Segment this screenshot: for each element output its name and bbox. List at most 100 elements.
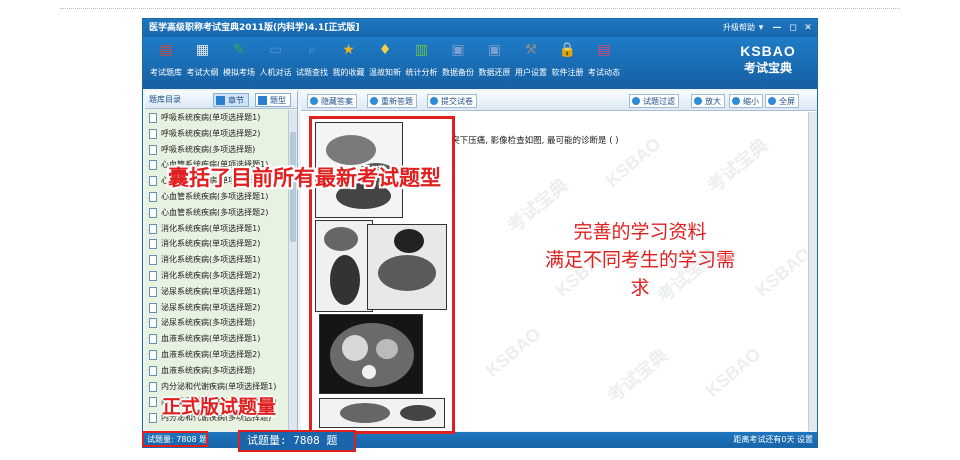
action-label: 隐藏答案 [321, 97, 353, 106]
toolbar-button-5[interactable]: ★ 我的收藏 [330, 39, 368, 87]
list-item-label: 消化系统疾病(单项选择题1) [161, 223, 261, 233]
tab-type[interactable]: 题型 [255, 93, 291, 107]
toolbar-button-8[interactable]: ▣ 数据备份 [439, 39, 477, 87]
question-types-banner: 囊括了目前所有最新考试题型 [168, 166, 441, 190]
document-icon [149, 302, 157, 313]
list-item-label: 泌尿系统疾病(单项选择题1) [161, 286, 261, 296]
list-scrollbar[interactable] [288, 110, 297, 431]
question-count-callout: 试题量: 7808 题 [238, 430, 356, 452]
top-dotted-divider [60, 8, 900, 9]
list-item[interactable]: 消化系统疾病(多项选择题2) [145, 268, 288, 284]
toolbar-button-11[interactable]: 🔒 软件注册 [549, 39, 587, 87]
list-item-label: 呼吸系统疾病(单项选择题2) [161, 128, 261, 138]
toolbar-button-2[interactable]: ✎ 模拟考场 [220, 39, 258, 87]
ksbao-watermark: KSBAO [481, 323, 545, 381]
document-icon [149, 270, 157, 281]
backup-icon: ▣ [451, 42, 465, 58]
tab-chapter[interactable]: 章节 [213, 93, 249, 107]
zoom-in-icon [694, 97, 702, 105]
window-title: 医学高级职称考试宝典2011版(内科学)4.1[正式版] [149, 23, 360, 33]
tab-chapter-label: 章节 [228, 96, 244, 105]
zoom-out-button[interactable]: 缩小 [729, 94, 763, 108]
toolbar-button-3[interactable]: ▭ 人机对话 [257, 39, 295, 87]
toolbar-button-10[interactable]: ⚒ 用户设置 [512, 39, 550, 87]
list-item[interactable]: 消化系统疾病(单项选择题1) [145, 221, 288, 237]
content-scrollbar[interactable] [808, 112, 817, 431]
list-item[interactable]: 呼吸系统疾病(单项选择题2) [145, 126, 288, 142]
title-bar: 医学高级职称考试宝典2011版(内科学)4.1[正式版] 升级帮助 ▾ — ◻ … [143, 19, 817, 37]
list-item[interactable]: 血液系统疾病(单项选择题2) [145, 347, 288, 363]
maximize-icon[interactable]: ◻ [787, 22, 799, 34]
list-item-label: 泌尿系统疾病(单项选择题2) [161, 302, 261, 312]
list-item[interactable]: 泌尿系统疾病(单项选择题2) [145, 300, 288, 316]
minimize-icon[interactable]: — [771, 22, 783, 34]
document-icon [149, 128, 157, 139]
list-item-label: 血液系统疾病(多项选择题) [161, 365, 256, 375]
list-item-label: 呼吸系统疾病(单项选择题1) [161, 113, 261, 122]
document-icon [149, 113, 157, 123]
document-icon [149, 207, 157, 218]
main-toolbar: KSBAO 考试宝典 ▤ 考试题库 ▦ 考试大纲 ✎ 模拟考场 ▭ 人机对话 ⌕ 试题查找 ★ 我的收… [143, 37, 817, 89]
list-item[interactable]: 血液系统疾病(单项选择题1) [145, 331, 288, 347]
list-item[interactable]: 血液系统疾病(多项选择题) [145, 363, 288, 379]
list-item-label: 消化系统疾病(多项选择题1) [161, 255, 261, 265]
list-item[interactable]: 泌尿系统疾病(单项选择题1) [145, 284, 288, 300]
toolbar-button-0[interactable]: ▤ 考试题库 [147, 39, 185, 87]
toolbar-button-4[interactable]: ⌕ 试题查找 [293, 39, 331, 87]
logo-text-en: KSBAO [740, 43, 796, 59]
action-icon [370, 97, 378, 105]
toolbar-action-0[interactable]: 隐藏答案 [307, 94, 357, 108]
fullscreen-button[interactable]: 全屏 [765, 94, 799, 108]
toolbar-label: 模拟考场 [223, 68, 255, 77]
list-item[interactable]: 心血管系统疾病(多项选择题2) [145, 205, 288, 221]
official-version-banner: 正式版试题量 [162, 396, 277, 418]
list-item[interactable]: 消化系统疾病(多项选择题1) [145, 252, 288, 268]
news-icon: ▤ [597, 42, 611, 58]
toolbar-action-1[interactable]: 重新答题 [367, 94, 417, 108]
list-item[interactable]: 呼吸系统疾病(单项选择题1) [145, 110, 288, 126]
toolbar-action-2[interactable]: 提交试卷 [427, 94, 477, 108]
button-label: 试题过滤 [643, 97, 675, 106]
button-label: 缩小 [743, 97, 759, 106]
button-label: 全屏 [779, 97, 795, 106]
ksbao-logo: KSBAO 考试宝典 [731, 43, 805, 76]
document-icon [149, 191, 157, 202]
toolbar-button-6[interactable]: ♦ 温故知新 [366, 39, 404, 87]
monitor-icon: ▭ [268, 42, 283, 58]
list-item[interactable]: 呼吸系统疾病(多项选择题) [145, 142, 288, 158]
ksbao-watermark: 考试宝典 [603, 344, 672, 407]
toolbar-button-7[interactable]: ▥ 统计分析 [403, 39, 441, 87]
close-icon[interactable]: ✕ [802, 22, 814, 34]
filter-button[interactable]: 试题过滤 [629, 94, 679, 108]
action-label: 重新答题 [381, 97, 413, 106]
zoom-out-icon [732, 97, 740, 105]
exam-countdown-status: 距离考试还有0天 设置 [733, 435, 813, 444]
toolbar-button-12[interactable]: ▤ 考试动态 [585, 39, 623, 87]
list-item-label: 消化系统疾病(多项选择题2) [161, 270, 261, 280]
menu-icon[interactable]: ▾ [755, 22, 767, 34]
bulb-icon: ♦ [378, 42, 392, 58]
zoom-in-button[interactable]: 放大 [691, 94, 725, 108]
toolbar-label: 数据还原 [478, 68, 511, 77]
ksbao-watermark: KSBAO [701, 343, 765, 401]
ksbao-watermark: KSBAO [751, 243, 807, 301]
toolbar-label: 用户设置 [515, 68, 547, 77]
list-item-label: 血液系统疾病(单项选择题1) [161, 334, 261, 344]
ksbao-watermark: 考试宝典 [703, 134, 772, 197]
lock-icon: 🔒 [558, 42, 577, 58]
list-item-label: 心血管系统疾病(多项选择题1) [161, 191, 269, 201]
list-item-label: 消化系统疾病(单项选择题2) [161, 239, 261, 249]
toolbar-button-1[interactable]: ▦ 考试大纲 [184, 39, 222, 87]
star-icon: ★ [342, 42, 355, 58]
toolbar-label: 人机对话 [259, 68, 292, 77]
upgrade-help-link[interactable]: 升级帮助 [723, 19, 755, 37]
document-icon [149, 144, 157, 155]
list-item[interactable]: 消化系统疾病(单项选择题2) [145, 236, 288, 252]
document-icon [149, 334, 157, 345]
tools-icon: ⚒ [524, 42, 538, 58]
document-icon [149, 318, 157, 329]
toolbar-button-9[interactable]: ▣ 数据还原 [476, 39, 514, 87]
list-item[interactable]: 泌尿系统疾病(多项选择题) [145, 315, 288, 331]
tab-type-label: 题型 [270, 96, 286, 105]
book-icon: ▤ [159, 42, 173, 58]
